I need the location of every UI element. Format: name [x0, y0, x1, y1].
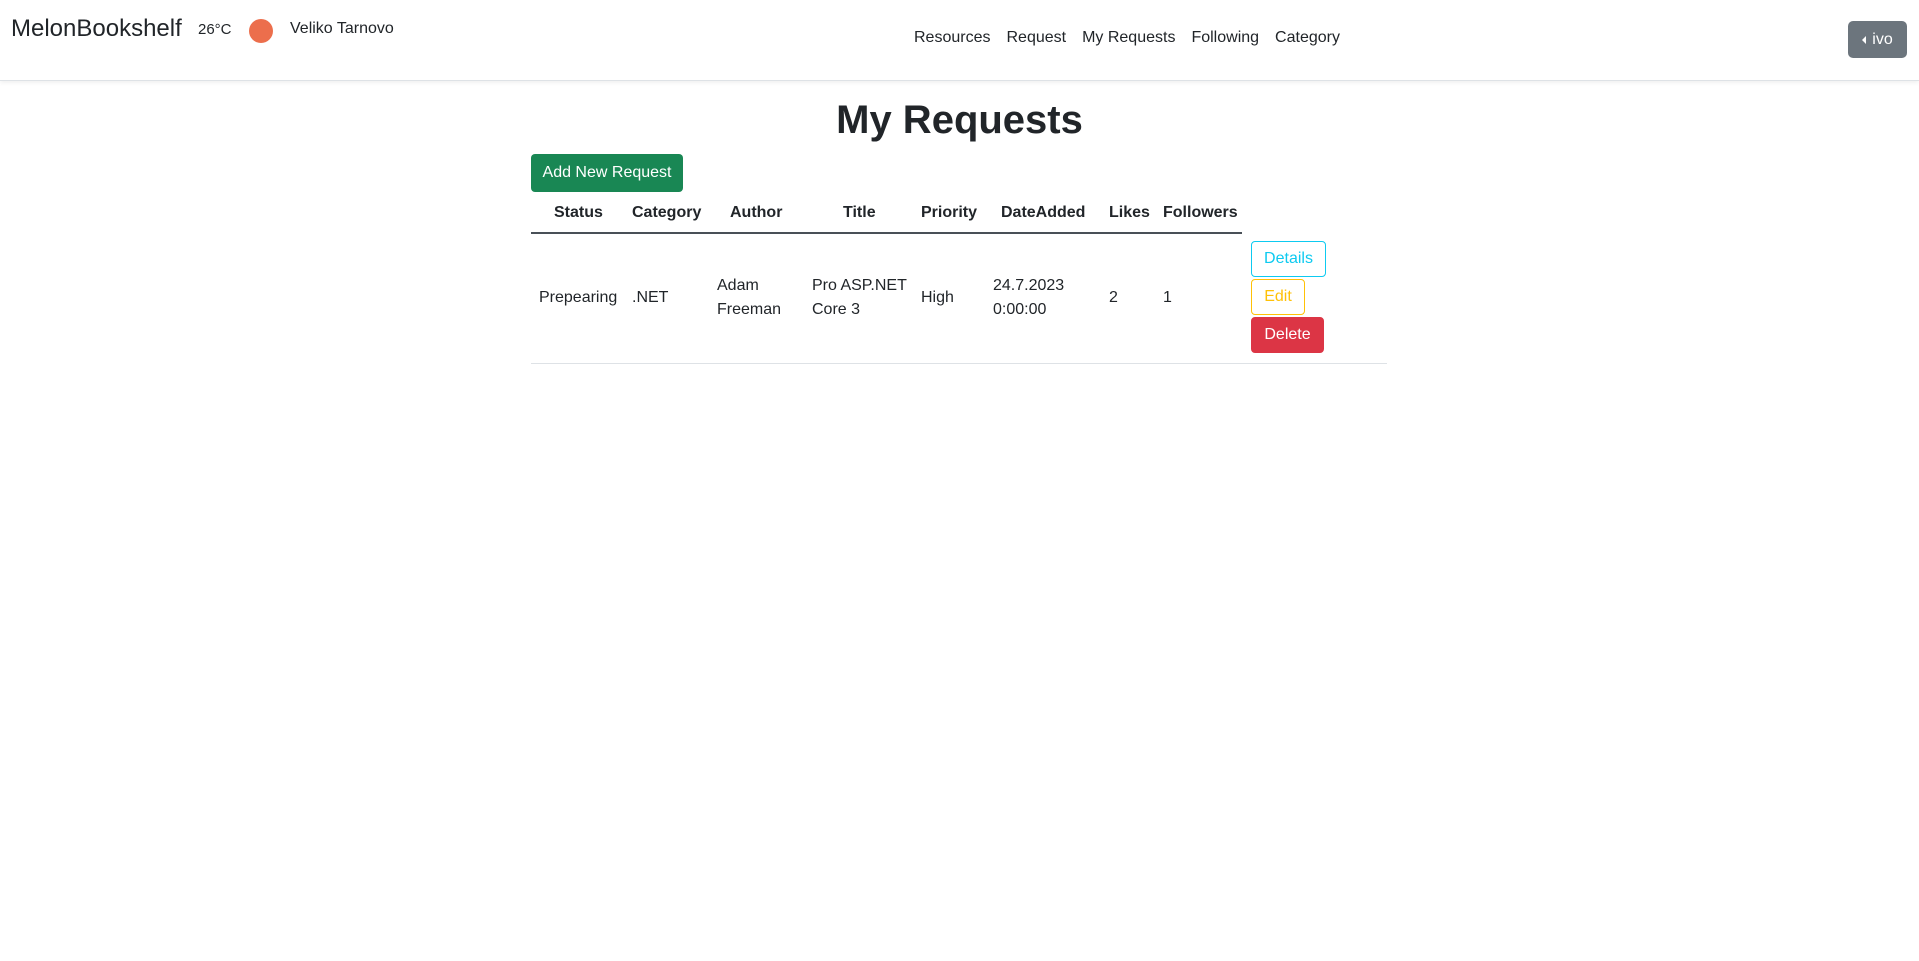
details-button[interactable]: Details: [1251, 241, 1326, 277]
nav-link-following[interactable]: Following: [1191, 29, 1259, 47]
cell-category: .NET: [632, 289, 669, 306]
top-navbar: MelonBookshelf 26°C Veliko Tarnovo Resou…: [0, 0, 1919, 81]
cell-title-line1: Pro ASP.NET: [812, 277, 907, 294]
nav-link-request[interactable]: Request: [1006, 29, 1066, 47]
city-name: Veliko Tarnovo: [290, 20, 394, 37]
delete-button[interactable]: Delete: [1251, 317, 1324, 353]
sun-dot-icon: [249, 19, 273, 43]
page-title: My Requests: [836, 98, 1083, 142]
cell-date-line2: 0:00:00: [993, 301, 1047, 318]
table-header-row: Status Category Author Title Priority Da…: [531, 198, 1242, 234]
column-header-status: Status: [554, 204, 603, 221]
nav-link-my-requests[interactable]: My Requests: [1082, 29, 1175, 47]
cell-author-line1: Adam: [717, 277, 759, 294]
cell-date-line1: 24.7.2023: [993, 277, 1065, 294]
cell-followers: 1: [1163, 289, 1172, 306]
cell-title: Pro ASP.NET Core 3: [812, 274, 907, 322]
temperature-readout: 26°C: [198, 21, 232, 38]
edit-button[interactable]: Edit: [1251, 279, 1305, 315]
column-header-followers: Followers: [1163, 204, 1238, 221]
caret-left-icon: [1862, 35, 1867, 44]
column-header-likes: Likes: [1109, 204, 1150, 221]
column-header-author: Author: [730, 204, 783, 221]
user-name: ivo: [1872, 30, 1893, 48]
cell-status: Prepearing: [539, 289, 618, 306]
cell-priority: High: [921, 289, 954, 306]
cell-date-added: 24.7.2023 0:00:00: [993, 274, 1064, 322]
table-row: Prepearing .NET Adam Freeman Pro ASP.NET…: [531, 233, 1387, 364]
column-header-title: Title: [843, 204, 876, 221]
column-header-category: Category: [632, 204, 702, 221]
nav-link-category[interactable]: Category: [1275, 29, 1340, 47]
add-new-request-button[interactable]: Add New Request: [531, 154, 683, 192]
cell-author-line2: Freeman: [717, 301, 782, 318]
cell-title-line2: Core 3: [812, 301, 861, 318]
main-nav: Resources Request My Requests Following …: [914, 29, 1356, 47]
column-header-date-added: DateAdded: [1001, 204, 1086, 221]
brand-link[interactable]: MelonBookshelf: [11, 15, 182, 43]
nav-link-resources[interactable]: Resources: [914, 29, 990, 47]
cell-author: Adam Freeman: [717, 274, 781, 322]
column-header-priority: Priority: [921, 204, 978, 221]
cell-likes: 2: [1109, 289, 1118, 306]
user-menu-button[interactable]: ivo: [1848, 21, 1907, 58]
